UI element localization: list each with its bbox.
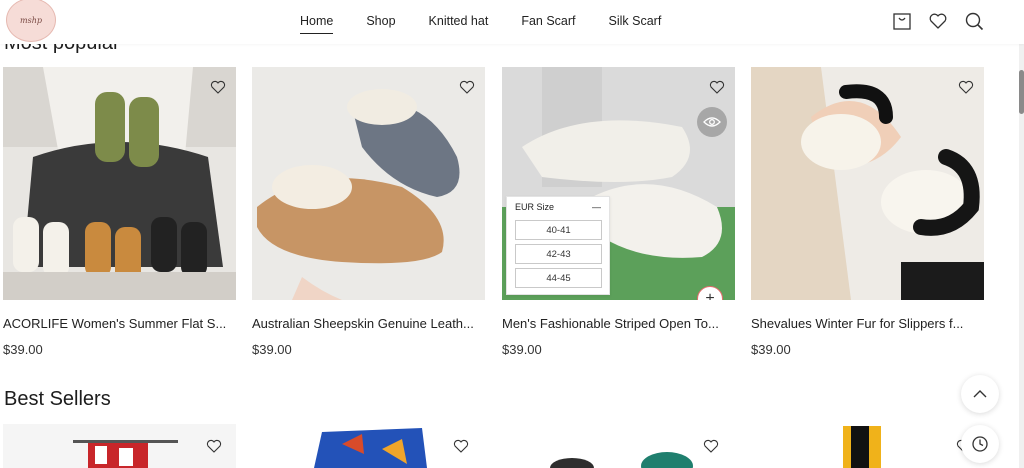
product-image-bestseller[interactable] [3, 424, 236, 468]
eye-icon [703, 117, 721, 127]
product-image-bestseller[interactable] [751, 424, 984, 468]
product-name[interactable]: Men's Fashionable Striped Open To... [502, 316, 735, 331]
back-to-top-button[interactable] [961, 375, 999, 413]
nav-fan-scarf[interactable]: Fan Scarf [521, 14, 575, 34]
wishlist-heart-icon[interactable] [958, 79, 974, 95]
heart-icon[interactable] [928, 11, 948, 31]
header-icons [892, 11, 984, 31]
product-image-bestseller[interactable] [502, 424, 735, 468]
size-panel-title: EUR Size [515, 202, 555, 212]
size-option[interactable]: 40-41 [515, 220, 602, 240]
logo-text: mshp [20, 15, 42, 25]
product-card[interactable]: EUR Size — 40-41 42-43 44-45 + Men's Fas… [502, 67, 735, 357]
product-image-fur-slippers[interactable] [751, 67, 984, 300]
product-card[interactable]: Shevalues Winter Fur for Slippers f... $… [751, 67, 984, 357]
page-scrollbar[interactable] [1019, 44, 1024, 468]
collapse-minus-icon[interactable]: — [592, 202, 601, 212]
site-logo[interactable]: mshp [6, 0, 56, 42]
site-header: mshp Home Shop Knitted hat Fan Scarf Sil… [0, 0, 1024, 44]
scrollbar-thumb[interactable] [1019, 70, 1024, 114]
product-name[interactable]: ACORLIFE Women's Summer Flat S... [3, 316, 236, 331]
wishlist-heart-icon[interactable] [709, 79, 725, 95]
product-price: $39.00 [502, 342, 542, 357]
size-option[interactable]: 44-45 [515, 268, 602, 288]
wishlist-heart-icon[interactable] [459, 79, 475, 95]
product-price: $39.00 [751, 342, 791, 357]
wishlist-heart-icon[interactable] [206, 438, 222, 454]
product-image-bestseller[interactable] [252, 424, 485, 468]
nav-shop[interactable]: Shop [366, 14, 395, 34]
main-nav: Home Shop Knitted hat Fan Scarf Silk Sca… [300, 14, 694, 34]
chevron-up-icon [973, 390, 987, 398]
shopping-bag-icon[interactable] [892, 11, 912, 31]
wishlist-heart-icon[interactable] [703, 438, 719, 454]
product-image-striped-slides[interactable]: EUR Size — 40-41 42-43 44-45 + [502, 67, 735, 300]
nav-silk-scarf[interactable]: Silk Scarf [609, 14, 662, 34]
product-price: $39.00 [3, 342, 43, 357]
wishlist-heart-icon[interactable] [453, 438, 469, 454]
size-panel-header: EUR Size — [507, 197, 609, 216]
product-image-sheepskin-slippers[interactable] [252, 67, 485, 300]
size-option[interactable]: 42-43 [515, 244, 602, 264]
nav-knitted-hat[interactable]: Knitted hat [429, 14, 489, 34]
product-card[interactable]: Australian Sheepskin Genuine Leath... $3… [252, 67, 485, 357]
product-name[interactable]: Shevalues Winter Fur for Slippers f... [751, 316, 984, 331]
size-selector-panel: EUR Size — 40-41 42-43 44-45 [506, 196, 610, 295]
product-card[interactable]: ACORLIFE Women's Summer Flat S... $39.00 [3, 67, 236, 357]
wishlist-heart-icon[interactable] [210, 79, 226, 95]
search-icon[interactable] [964, 11, 984, 31]
nav-home[interactable]: Home [300, 14, 334, 34]
product-name[interactable]: Australian Sheepskin Genuine Leath... [252, 316, 485, 331]
quick-view-button[interactable] [697, 107, 727, 137]
product-image-flat-sandals[interactable] [3, 67, 236, 300]
section-title-best-sellers: Best Sellers [4, 388, 111, 410]
clock-icon [972, 436, 988, 452]
product-price: $39.00 [252, 342, 292, 357]
history-button[interactable] [961, 425, 999, 463]
